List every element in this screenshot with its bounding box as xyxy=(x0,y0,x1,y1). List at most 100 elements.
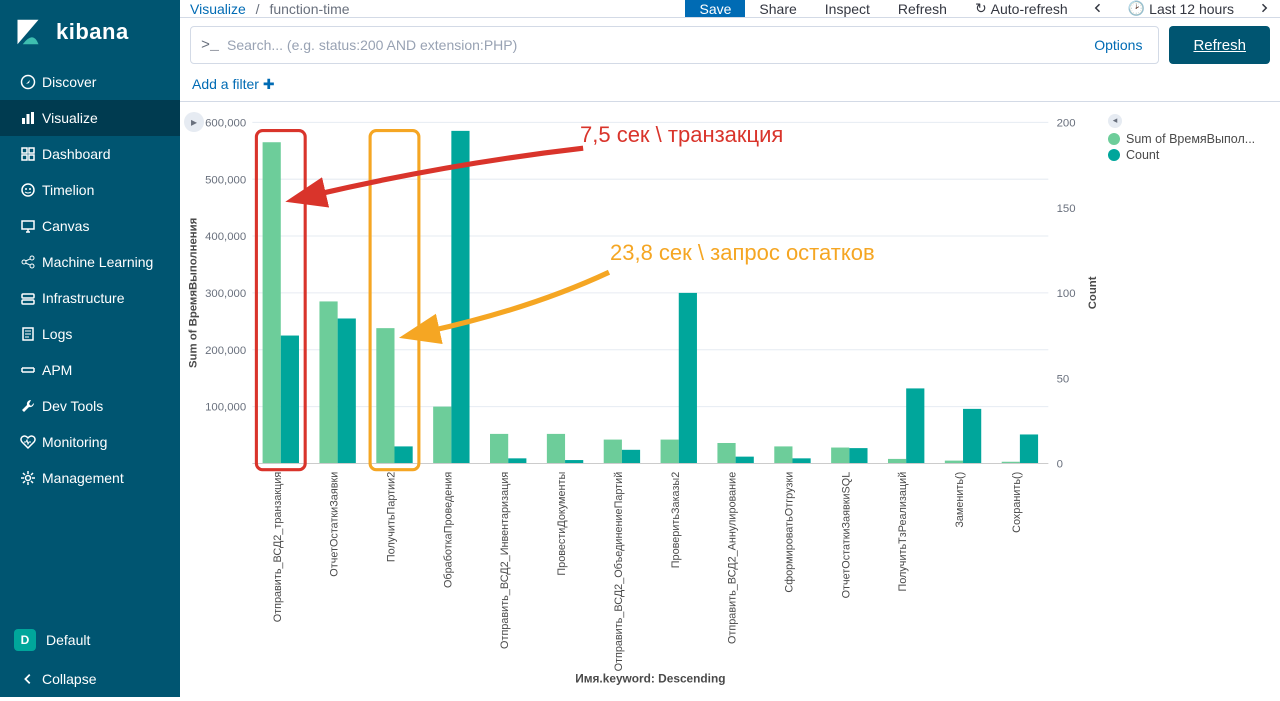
heart-icon xyxy=(14,434,42,450)
save-button[interactable]: Save xyxy=(685,0,745,17)
bar-icon xyxy=(14,110,42,126)
chevron-left-icon xyxy=(1092,1,1104,17)
sidebar-item-monitoring[interactable]: Monitoring xyxy=(0,424,180,460)
legend-item[interactable]: Count xyxy=(1108,148,1270,162)
refresh-link[interactable]: Refresh xyxy=(884,0,961,17)
legend-toggle[interactable]: ◂ xyxy=(1108,114,1122,128)
svg-text:Сохранить(): Сохранить() xyxy=(1011,472,1023,533)
sidebar-item-dashboard[interactable]: Dashboard xyxy=(0,136,180,172)
bar-count[interactable] xyxy=(792,458,810,463)
bar-sum[interactable] xyxy=(774,446,792,463)
sidebar-item-infrastructure[interactable]: Infrastructure xyxy=(0,280,180,316)
legend-swatch xyxy=(1108,133,1120,145)
bar-count[interactable] xyxy=(394,446,412,463)
sidebar-item-label: APM xyxy=(42,362,72,378)
logs-icon xyxy=(14,326,42,342)
panel-expand-toggle[interactable]: ▸ xyxy=(184,112,204,132)
sidebar-item-apm[interactable]: APM xyxy=(0,352,180,388)
svg-text:50: 50 xyxy=(1057,373,1070,385)
bar-sum[interactable] xyxy=(263,142,281,463)
legend-label: Sum of ВремяВыпол... xyxy=(1126,132,1255,146)
sidebar-item-label: Machine Learning xyxy=(42,254,153,270)
breadcrumb-separator: / xyxy=(256,1,260,17)
legend-item[interactable]: Sum of ВремяВыпол... xyxy=(1108,132,1270,146)
svg-text:ОбработкаПроведения: ОбработкаПроведения xyxy=(442,472,454,588)
bar-sum[interactable] xyxy=(319,301,337,463)
sidebar: kibana Discover VisualizeDashboard Timelio… xyxy=(0,0,180,697)
timepicker-prev[interactable] xyxy=(1082,0,1114,17)
sidebar-item-management[interactable]: Management xyxy=(0,460,180,496)
bar-sum[interactable] xyxy=(661,440,679,464)
bar-count[interactable] xyxy=(849,448,867,463)
refresh-button[interactable]: Refresh xyxy=(1169,26,1270,64)
sidebar-item-label: Discover xyxy=(42,74,96,90)
bar-count[interactable] xyxy=(1020,434,1038,463)
infra-icon xyxy=(14,290,42,306)
brand[interactable]: kibana xyxy=(0,0,180,64)
bar-sum[interactable] xyxy=(604,440,622,464)
timepicker[interactable]: 🕑 Last 12 hours xyxy=(1114,0,1248,17)
sidebar-item-timelion[interactable]: Timelion xyxy=(0,172,180,208)
sidebar-item-label: Management xyxy=(42,470,124,486)
add-filter-button[interactable]: Add a filter ✚ xyxy=(192,76,275,92)
bar-count[interactable] xyxy=(451,131,469,464)
collapse-label: Collapse xyxy=(42,671,96,687)
sidebar-item-label: Canvas xyxy=(42,218,89,234)
svg-text:Заменить(): Заменить() xyxy=(954,472,966,528)
svg-text:Sum of ВремяВыполнения: Sum of ВремяВыполнения xyxy=(188,218,200,368)
share-button[interactable]: Share xyxy=(745,0,810,17)
lion-icon xyxy=(14,182,42,198)
kibana-logo-icon xyxy=(14,18,42,46)
bar-count[interactable] xyxy=(963,409,981,464)
ml-icon xyxy=(14,254,42,270)
sidebar-item-machine-learning[interactable]: Machine Learning xyxy=(0,244,180,280)
annotation-arrow-red xyxy=(316,148,584,195)
bar-sum[interactable] xyxy=(490,434,508,464)
sidebar-item-discover[interactable]: Discover xyxy=(0,64,180,100)
sidebar-item-logs[interactable]: Logs xyxy=(0,316,180,352)
sidebar-collapse[interactable]: Collapse xyxy=(0,661,180,697)
bar-count[interactable] xyxy=(736,457,754,464)
filter-bar: Add a filter ✚ xyxy=(180,72,1280,102)
bar-count[interactable] xyxy=(622,450,640,464)
svg-text:500,000: 500,000 xyxy=(205,174,246,186)
bar-sum[interactable] xyxy=(831,448,849,464)
breadcrumb-root[interactable]: Visualize xyxy=(190,1,246,17)
svg-text:Count: Count xyxy=(1087,276,1099,309)
svg-text:200: 200 xyxy=(1057,117,1076,129)
auto-refresh-toggle[interactable]: ↻ Auto-refresh xyxy=(961,0,1082,17)
bar-count[interactable] xyxy=(281,336,299,464)
svg-text:СформироватьОтгрузки: СформироватьОтгрузки xyxy=(783,472,795,593)
compass-icon xyxy=(14,74,42,90)
gear-icon xyxy=(14,470,42,486)
bar-count[interactable] xyxy=(338,318,356,463)
timepicker-next[interactable] xyxy=(1248,0,1280,17)
bar-count[interactable] xyxy=(906,388,924,463)
main: Visualize / function-time Save Share Ins… xyxy=(180,0,1280,697)
sidebar-item-dev-tools[interactable]: Dev Tools xyxy=(0,388,180,424)
topbar: Visualize / function-time Save Share Ins… xyxy=(180,0,1280,18)
bar-sum[interactable] xyxy=(888,459,906,464)
bar-sum[interactable] xyxy=(717,443,735,463)
svg-text:ПолучитьТзРеализаций: ПолучитьТзРеализаций xyxy=(897,472,909,592)
sidebar-item-canvas[interactable]: Canvas xyxy=(0,208,180,244)
svg-text:Отправить_ВСД2_транзакция: Отправить_ВСД2_транзакция xyxy=(272,472,284,623)
space-switcher[interactable]: D Default xyxy=(0,619,180,661)
sidebar-item-label: Logs xyxy=(42,326,72,342)
svg-text:Имя.keyword: Descending: Имя.keyword: Descending xyxy=(575,672,725,686)
svg-text:Отправить_ВСД2_ОбъединениеПарт: Отправить_ВСД2_ОбъединениеПартий xyxy=(613,472,625,672)
bar-sum[interactable] xyxy=(376,328,394,463)
search-options[interactable]: Options xyxy=(1094,37,1142,53)
svg-text:200,000: 200,000 xyxy=(205,345,246,357)
bar-sum[interactable] xyxy=(433,407,451,464)
search-input[interactable] xyxy=(227,37,1094,53)
inspect-button[interactable]: Inspect xyxy=(811,0,884,17)
svg-text:150: 150 xyxy=(1057,203,1076,215)
bar-sum[interactable] xyxy=(547,434,565,464)
chart-area: ▸ 100,000200,000300,000400,000500,000600… xyxy=(180,102,1280,701)
bar-count[interactable] xyxy=(508,458,526,463)
chevron-right-icon: ▸ xyxy=(191,115,197,129)
bar-count[interactable] xyxy=(679,293,697,464)
sidebar-item-label: Timelion xyxy=(42,182,94,198)
sidebar-item-visualize[interactable]: Visualize xyxy=(0,100,180,136)
